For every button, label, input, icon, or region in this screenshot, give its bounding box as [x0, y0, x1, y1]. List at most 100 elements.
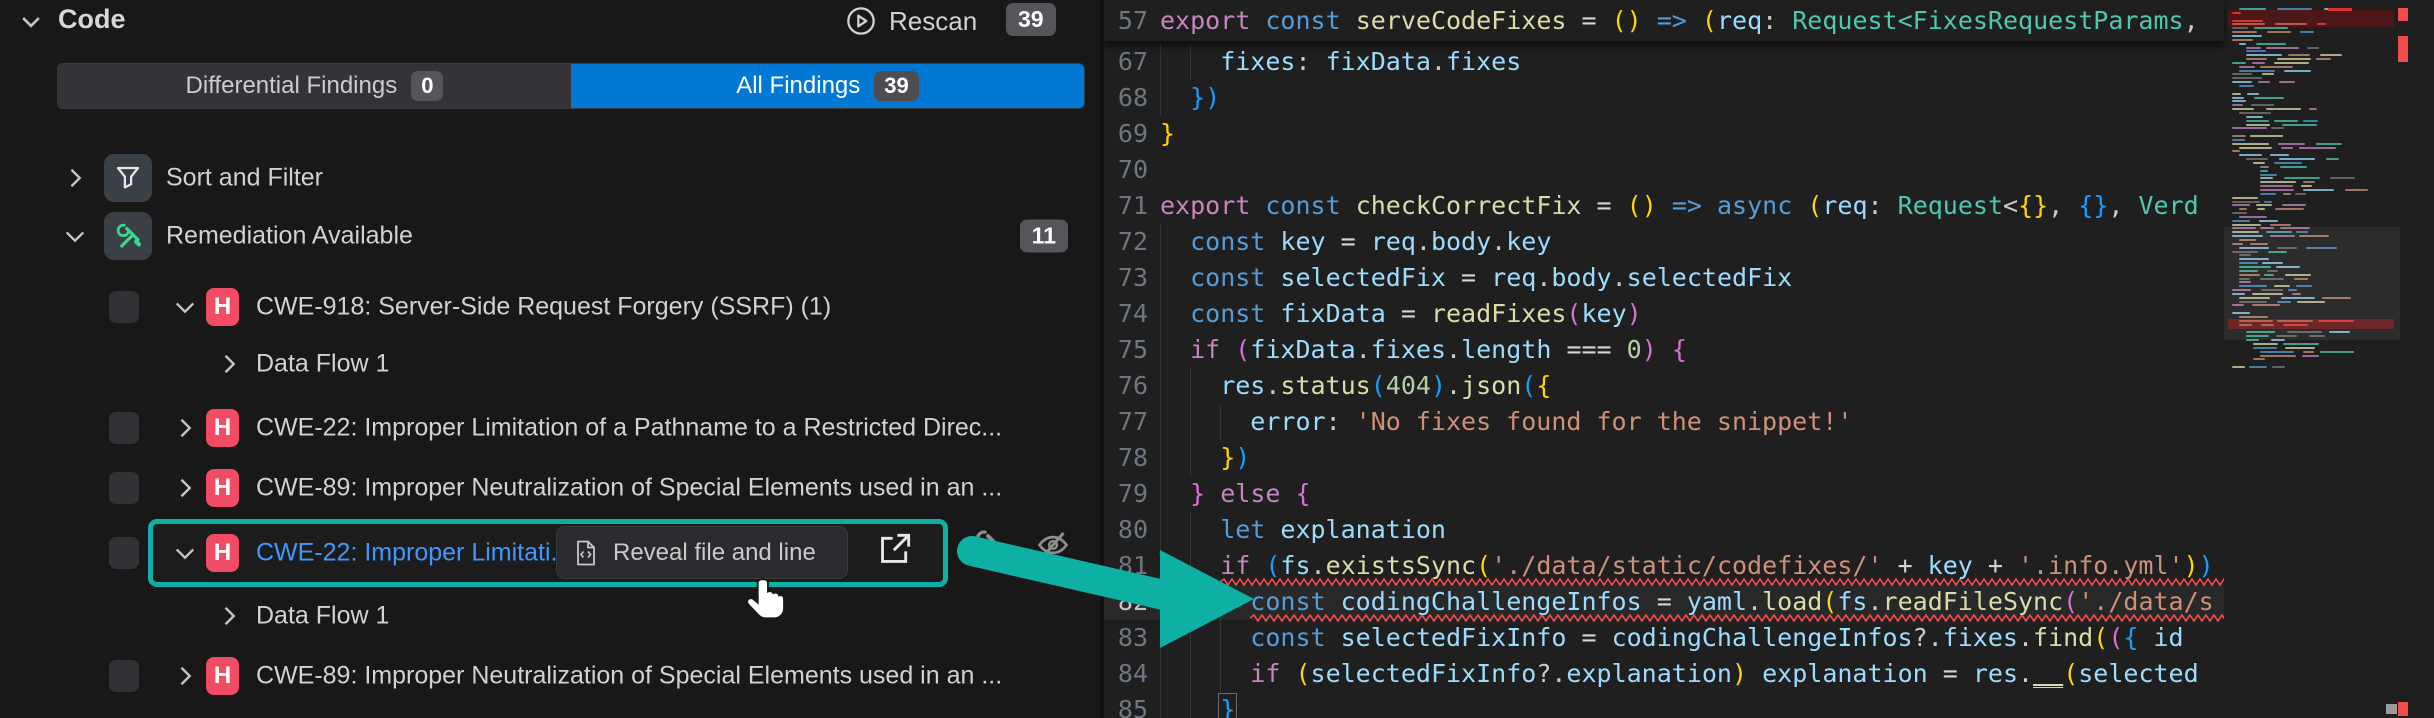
minimap-line	[2274, 162, 2301, 164]
chevron-down-icon[interactable]	[62, 223, 88, 249]
token: .	[2018, 623, 2033, 652]
chevron-right-icon[interactable]	[172, 475, 198, 501]
minimap-line	[2232, 31, 2257, 33]
minimap[interactable]	[2224, 0, 2434, 718]
token: key	[1928, 551, 1973, 580]
tree-item-data-flow[interactable]: Data Flow 1	[0, 588, 1102, 644]
code-line-76[interactable]: 76 res.status(404).json({	[1104, 368, 2224, 404]
minimap-line	[2232, 77, 2262, 79]
token: =	[1581, 191, 1626, 220]
tree-group-sort-and-filter[interactable]: Sort and Filter	[0, 150, 1102, 206]
reveal-file-and-line-button[interactable]: Reveal file and line	[556, 526, 848, 579]
minimap-line	[2277, 8, 2311, 10]
indent-guide	[1190, 404, 1191, 440]
line-number: 75	[1104, 332, 1148, 368]
token	[1642, 6, 1657, 35]
tree-item-finding[interactable]: HCWE-89: Improper Neutralization of Spec…	[0, 460, 1102, 516]
minimap-line	[2232, 35, 2262, 37]
code-line-85[interactable]: 85}	[1104, 692, 2224, 718]
finding-checkbox[interactable]	[109, 660, 139, 692]
token: :	[1295, 47, 1325, 76]
tree-item-finding[interactable]: HCWE-89: Improper Neutralization of Spec…	[0, 648, 1102, 704]
minimap-line	[2266, 47, 2299, 49]
token: res	[1973, 659, 2018, 688]
token	[1250, 191, 1265, 220]
code-line-70[interactable]: 70	[1104, 152, 2224, 188]
code-editor[interactable]: 67fixes: fixData.fixes68})69}7071export …	[1104, 0, 2434, 718]
token: =	[1386, 299, 1431, 328]
token: req	[1491, 263, 1536, 292]
chevron-right-icon[interactable]	[62, 165, 88, 191]
finding-checkbox[interactable]	[109, 291, 139, 323]
token: 404	[1386, 371, 1431, 400]
open-external-icon[interactable]	[876, 530, 914, 568]
chevron-right-icon[interactable]	[172, 663, 198, 689]
token: })	[1190, 83, 1220, 112]
code-text: res.status(404).json({	[1220, 368, 1551, 404]
token: req	[1717, 6, 1762, 35]
token: {	[1536, 371, 1551, 400]
tree-item-finding[interactable]: HCWE-22: Improper Limitation of a Pathna…	[0, 400, 1102, 456]
code-line-68[interactable]: 68})	[1104, 80, 2224, 116]
token: .	[1747, 587, 1762, 616]
token: :	[1326, 407, 1356, 436]
indent-guide	[1220, 620, 1221, 656]
file-code-icon	[571, 538, 601, 568]
minimap-line	[2250, 135, 2283, 137]
token: +	[1883, 551, 1928, 580]
sticky-scroll-line[interactable]: 57export const serveCodeFixes = () => (r…	[1104, 0, 2224, 42]
code-line-72[interactable]: 72const key = req.body.key	[1104, 224, 2224, 260]
finding-checkbox[interactable]	[109, 412, 139, 444]
line-number: 67	[1104, 44, 1148, 80]
token: =	[1566, 623, 1611, 652]
token: res	[1220, 371, 1265, 400]
rescan-button[interactable]: Rescan	[845, 2, 977, 40]
token: =	[1326, 227, 1371, 256]
minimap-line	[2239, 70, 2275, 72]
code-line-81[interactable]: 81if (fs.existsSync('./data/static/codef…	[1104, 548, 2224, 584]
code-line-73[interactable]: 73const selectedFix = req.body.selectedF…	[1104, 260, 2224, 296]
chevron-right-icon[interactable]	[172, 415, 198, 441]
tree-item-finding[interactable]: HCWE-22: Improper Limitati...	[0, 519, 1102, 587]
code-line-77[interactable]: 77error: 'No fixes found for the snippet…	[1104, 404, 2224, 440]
chevron-right-icon[interactable]	[216, 603, 242, 629]
token	[1341, 6, 1356, 35]
line-number: 76	[1104, 368, 1148, 404]
minimap-line	[2274, 120, 2298, 122]
token: codingChallengeInfos	[1341, 587, 1642, 616]
tree-item-data-flow[interactable]: Data Flow 1	[0, 336, 1102, 392]
code-line-84[interactable]: 84if (selectedFixInfo?.explanation) expl…	[1104, 656, 2224, 692]
line-number: 57	[1104, 0, 1148, 42]
code-line-82[interactable]: 82const codingChallengeInfos = yaml.load…	[1104, 584, 2224, 620]
tab-all-findings[interactable]: All Findings39	[571, 64, 1084, 108]
chevron-down-icon[interactable]	[172, 294, 198, 320]
panel-collapse-chevron-icon[interactable]	[18, 9, 44, 35]
code-line-67[interactable]: 67fixes: fixData.fixes	[1104, 44, 2224, 80]
indent-guide	[1190, 548, 1191, 584]
finding-checkbox[interactable]	[109, 472, 139, 504]
token: .	[1446, 371, 1461, 400]
code-line-71[interactable]: 71export const checkCorrectFix = () => a…	[1104, 188, 2224, 224]
code-line-83[interactable]: 83const selectedFixInfo = codingChalleng…	[1104, 620, 2224, 656]
code-line-57[interactable]: 57export const serveCodeFixes = () => (r…	[1104, 0, 2224, 42]
tree-group-remediation-available[interactable]: Remediation Available11	[0, 208, 1102, 264]
apply-fix-tools-icon[interactable]	[973, 527, 1011, 565]
code-line-80[interactable]: 80let explanation	[1104, 512, 2224, 548]
code-line-79[interactable]: 79} else {	[1104, 476, 2224, 512]
tab-differential-findings[interactable]: Differential Findings0	[58, 64, 571, 108]
ignore-eye-off-icon[interactable]	[1035, 527, 1073, 565]
chevron-right-icon[interactable]	[216, 351, 242, 377]
minimap-line	[2301, 185, 2312, 187]
tab-label: Differential Findings	[186, 72, 398, 100]
tree-item-finding[interactable]: HCWE-918: Server-Side Request Forgery (S…	[0, 279, 1102, 335]
token: 0	[1627, 335, 1642, 364]
code-line-74[interactable]: 74const fixData = readFixes(key)	[1104, 296, 2224, 332]
code-line-78[interactable]: 78})	[1104, 440, 2224, 476]
token: (	[2063, 659, 2078, 688]
code-line-75[interactable]: 75if (fixData.fixes.length === 0) {	[1104, 332, 2224, 368]
chevron-down-icon[interactable]	[172, 540, 198, 566]
minimap-slider[interactable]	[2224, 227, 2400, 340]
token: const	[1265, 6, 1340, 35]
finding-checkbox[interactable]	[109, 537, 139, 569]
code-line-69[interactable]: 69}	[1104, 116, 2224, 152]
